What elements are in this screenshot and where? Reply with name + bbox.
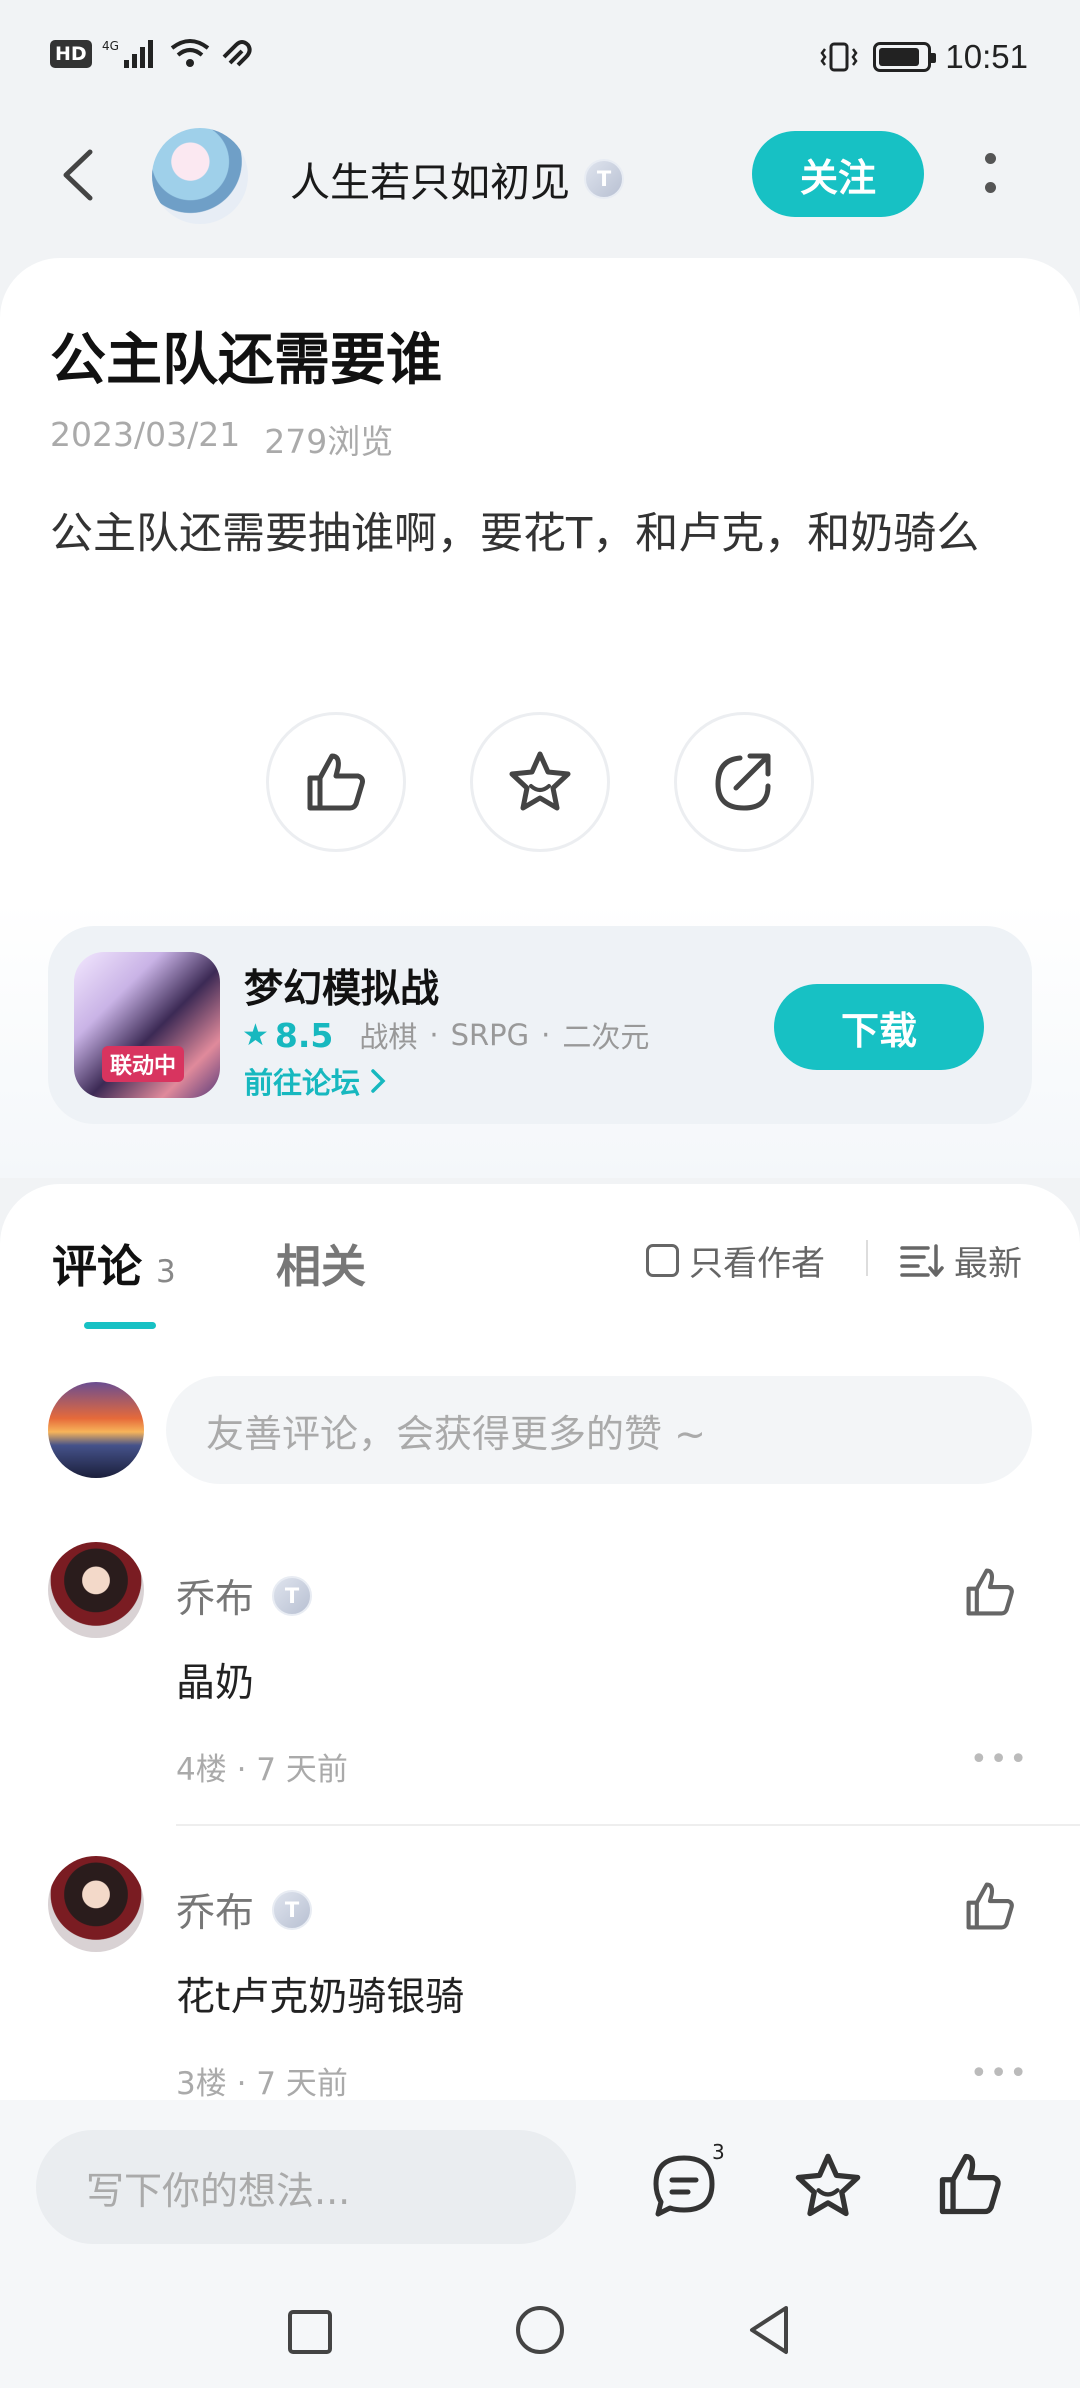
tab-related[interactable]: 相关: [276, 1230, 366, 1295]
game-icon[interactable]: 联动中: [74, 952, 220, 1098]
commenter-name: 乔布: [176, 1577, 255, 1622]
author-only-checkbox[interactable]: [646, 1244, 679, 1277]
comment-text: 花t卢克奶骑银骑: [176, 1975, 465, 2020]
sort-button[interactable]: 最新: [900, 1236, 1022, 1285]
thumbs-up-icon: [966, 1882, 1014, 1930]
status-bar: HD 4G 10:51: [0, 0, 1080, 120]
more-dot: [984, 153, 996, 164]
author-only-label: 只看作者: [689, 1244, 825, 1284]
bottom-comment-input[interactable]: 写下你的想法...: [36, 2130, 576, 2244]
comments-panel: [0, 1184, 1080, 2104]
sort-label: 最新: [954, 1244, 1022, 1284]
wifi-icon: [170, 39, 209, 67]
level-badge-icon: T: [272, 1576, 313, 1616]
chevron-right-icon: [371, 1069, 386, 1093]
comments-button[interactable]: [648, 2150, 720, 2222]
rating-star-icon: ★: [242, 1017, 269, 1053]
back-nav-button[interactable]: [740, 2300, 800, 2360]
comment-like-button[interactable]: [962, 1564, 1018, 1620]
thumbs-up-icon: [966, 1568, 1014, 1616]
author-name-row[interactable]: 人生若只如初见 T: [290, 150, 624, 208]
post-title: 公主队还需要谁: [50, 328, 442, 393]
author-avatar[interactable]: [152, 128, 248, 224]
like-button[interactable]: [934, 2148, 1006, 2220]
more-options-button[interactable]: [968, 145, 1012, 201]
thumbs-up-icon: [307, 753, 365, 811]
forum-link-label: 前往论坛: [244, 1066, 361, 1100]
tag-separator: ·: [541, 1018, 551, 1052]
status-left: HD 4G: [50, 38, 254, 70]
level-badge-icon: T: [584, 159, 624, 199]
follow-button[interactable]: 关注: [752, 131, 924, 217]
home-button[interactable]: [510, 2300, 570, 2360]
tag-separator: ·: [429, 1018, 439, 1052]
comment-divider: [176, 1824, 1080, 1826]
post-like-button[interactable]: [266, 712, 406, 852]
comment-meta: 4楼 · 7 天前: [176, 1752, 348, 1788]
clock: 10:51: [945, 38, 1028, 75]
vibrate-icon: [820, 42, 858, 72]
level-badge-icon: T: [272, 1890, 313, 1930]
signal-icon: 4G: [102, 39, 153, 68]
commenter-name-row[interactable]: 乔布 T: [176, 1568, 313, 1624]
post-share-button[interactable]: [674, 712, 814, 852]
post-date: 2023/03/21: [50, 415, 241, 454]
battery-icon: [873, 42, 937, 72]
game-rating: 8.5: [274, 1015, 334, 1055]
sort-icon: [900, 1243, 944, 1277]
commenter-avatar[interactable]: [48, 1542, 144, 1638]
comment-text: 晶奶: [176, 1661, 255, 1706]
forum-link[interactable]: 前往论坛: [244, 1060, 388, 1102]
game-info: ★ 8.5 战棋 · SRPG · 二次元: [242, 1014, 649, 1056]
commenter-name-row[interactable]: 乔布 T: [176, 1882, 313, 1938]
tab-comments-count: 3: [156, 1254, 176, 1290]
active-tab-indicator: [84, 1322, 156, 1329]
link-icon: [222, 40, 252, 67]
hd-badge: HD: [50, 40, 92, 68]
my-avatar: [48, 1382, 144, 1478]
post-body: 公主队还需要抽谁啊，要花T，和卢克，和奶骑么: [50, 509, 980, 559]
back-arrow-icon: [63, 149, 93, 201]
comments-count-badge: 3: [712, 2140, 725, 2164]
comment-more-button[interactable]: •••: [970, 1742, 1029, 1777]
comment-more-button[interactable]: •••: [970, 2056, 1029, 2091]
share-icon: [715, 753, 771, 811]
game-tag: 战棋: [359, 1020, 418, 1054]
star-icon: [795, 2153, 861, 2217]
author-only-toggle[interactable]: 只看作者: [646, 1236, 825, 1285]
triangle-nav-icon: [750, 2306, 788, 2354]
back-button[interactable]: [50, 140, 110, 210]
post-views: 279浏览: [264, 422, 394, 461]
svg-text:4G: 4G: [102, 39, 119, 53]
game-tag: 二次元: [562, 1020, 650, 1054]
commenter-avatar[interactable]: [48, 1856, 144, 1952]
thumbs-up-icon: [939, 2153, 1001, 2215]
circle-nav-icon: [516, 2306, 564, 2354]
square-nav-icon: [288, 2310, 332, 2354]
divider: [866, 1240, 868, 1276]
comment-icon: [653, 2155, 715, 2217]
more-dot: [984, 182, 996, 193]
post-favorite-button[interactable]: [470, 712, 610, 852]
star-icon: [509, 751, 571, 811]
download-button[interactable]: 下载: [774, 984, 984, 1070]
favorite-button[interactable]: [792, 2150, 864, 2222]
game-name: 梦幻模拟战: [244, 967, 440, 1012]
comment-like-button[interactable]: [962, 1878, 1018, 1934]
game-tag: SRPG: [450, 1018, 530, 1052]
tab-comments[interactable]: 评论 3: [52, 1230, 176, 1295]
recent-apps-button[interactable]: [280, 2302, 340, 2362]
author-name: 人生若只如初见: [290, 160, 570, 206]
game-icon-tag: 联动中: [102, 1046, 185, 1082]
status-right: 10:51: [819, 38, 1028, 76]
post-meta: 2023/03/21 279浏览: [50, 415, 393, 463]
commenter-name: 乔布: [176, 1891, 255, 1936]
tab-comments-label: 评论: [52, 1240, 143, 1293]
comment-meta: 3楼 · 7 天前: [176, 2066, 348, 2102]
comment-input[interactable]: 友善评论，会获得更多的赞 ~: [166, 1376, 1032, 1484]
